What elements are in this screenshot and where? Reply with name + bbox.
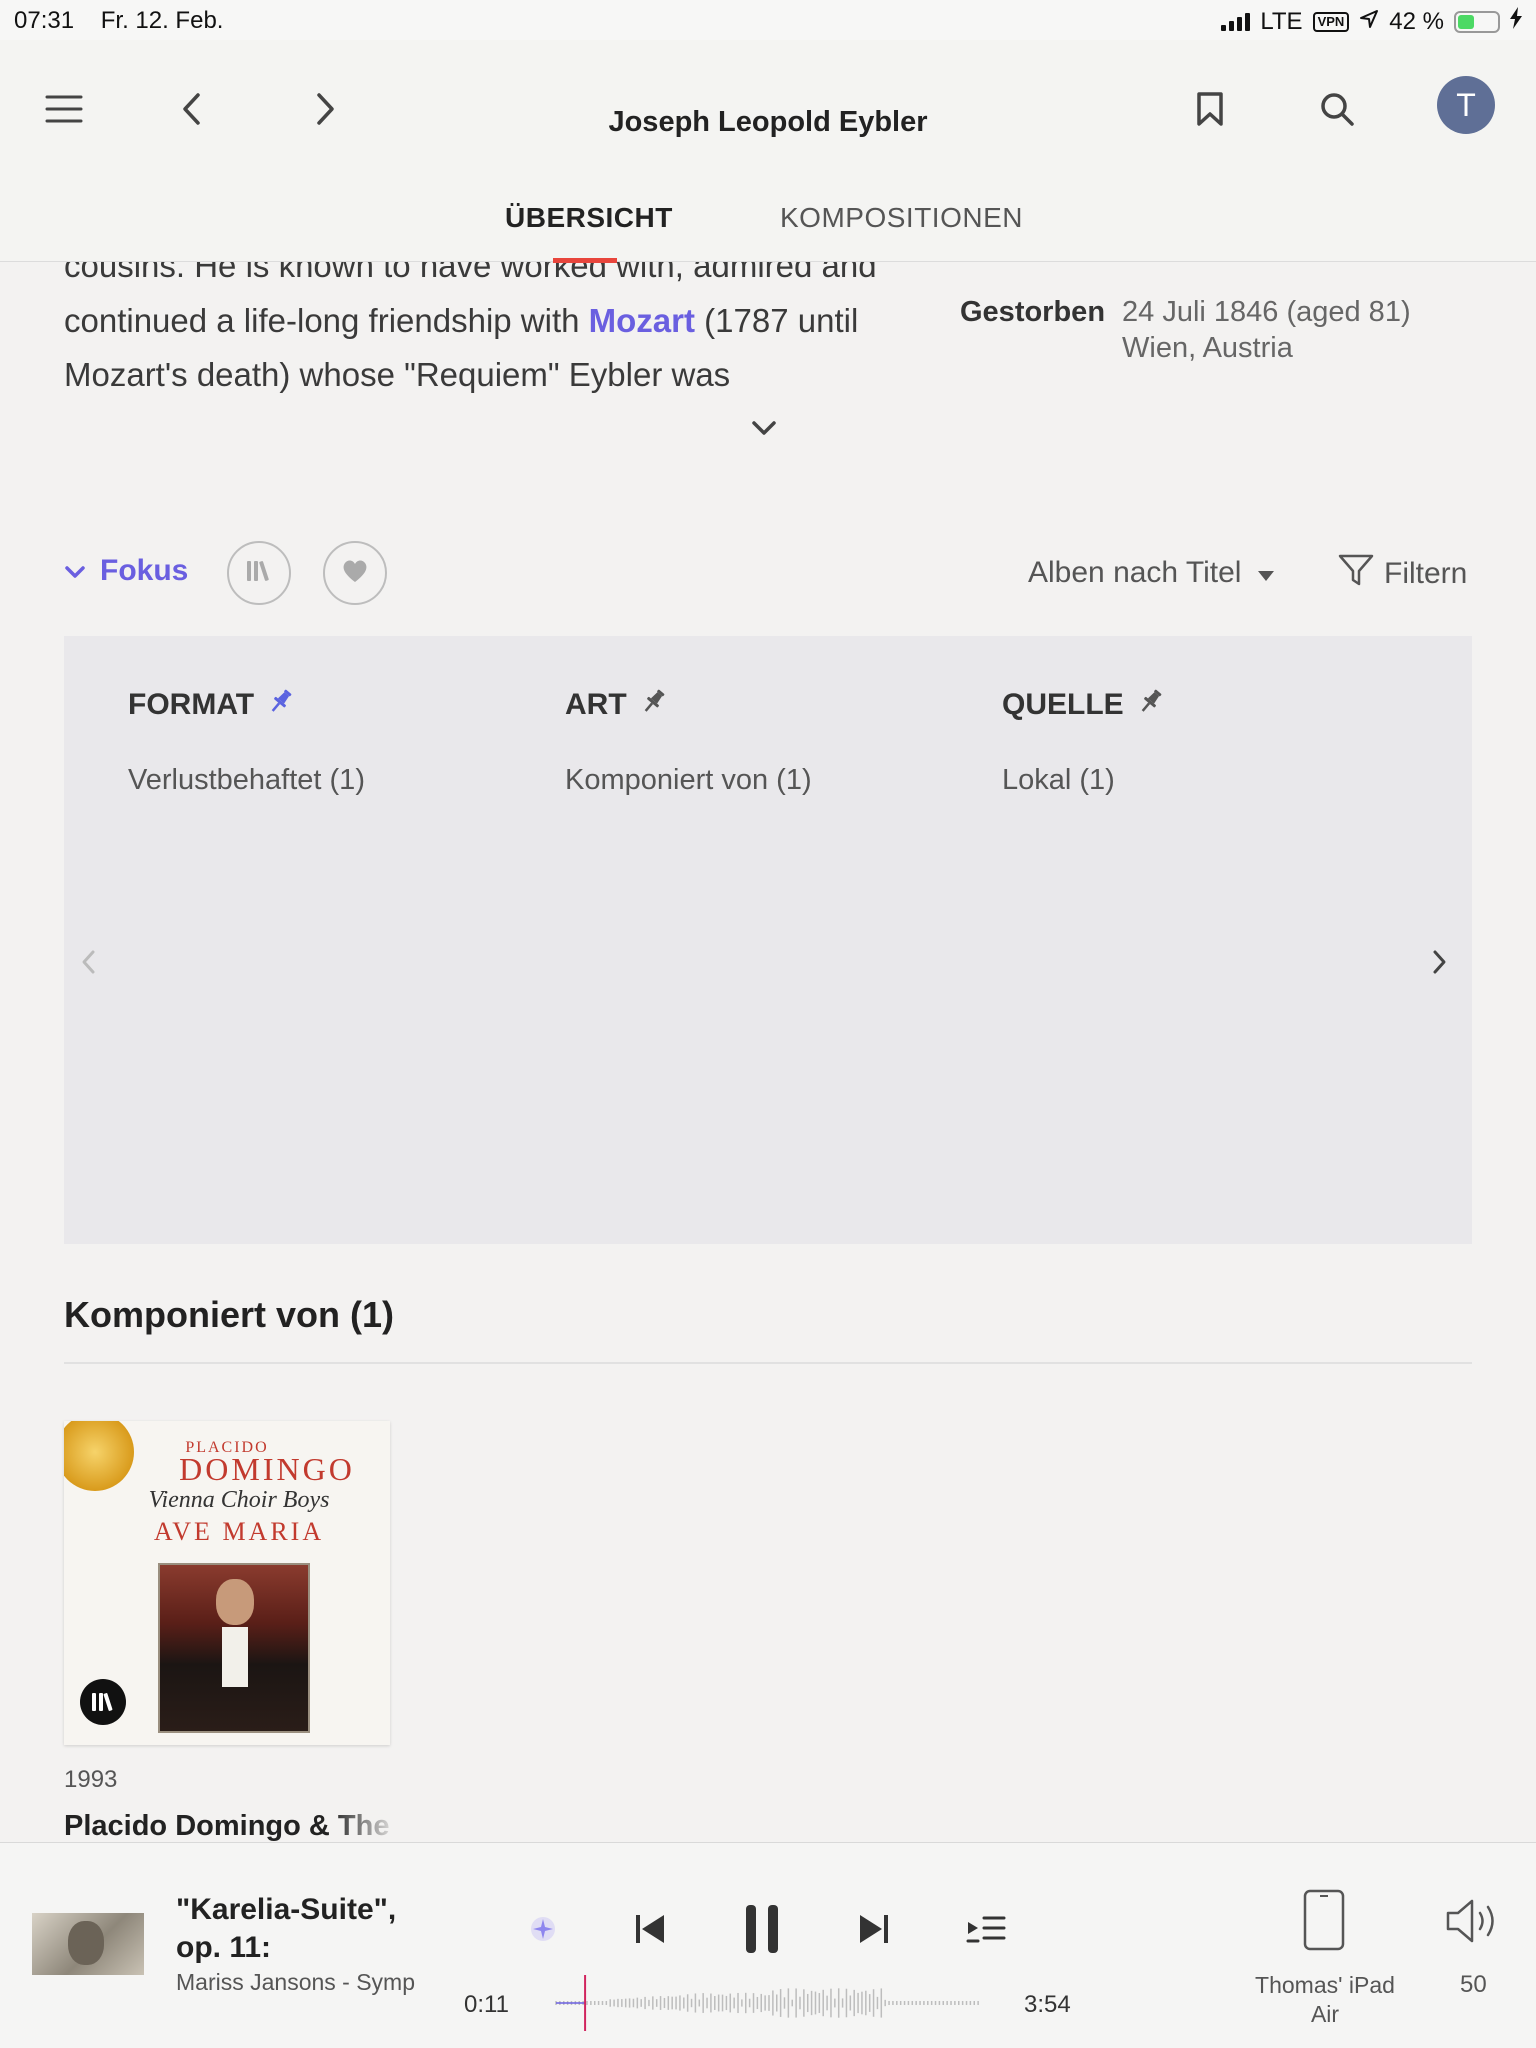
volume-level: 50: [1460, 1971, 1487, 1998]
active-tab-indicator: [553, 258, 617, 263]
volume-icon[interactable]: [1442, 1893, 1508, 1949]
type-option-composed-by[interactable]: Komponiert von (1): [565, 764, 812, 797]
pin-icon[interactable]: [639, 686, 669, 724]
format-heading: FORMAT: [128, 688, 255, 721]
tab-overview[interactable]: ÜBERSICHT: [505, 202, 673, 234]
format-column-header: FORMAT: [128, 686, 296, 724]
died-date: 24 Juli 1846 (aged 81): [1122, 296, 1411, 328]
now-playing-bar: "Karelia-Suite", op. 11: Mariss Jansons …: [0, 1842, 1536, 2048]
cover-portrait-image: [158, 1563, 310, 1733]
album-cover[interactable]: PLACIDO DOMINGO Vienna Choir Boys AVE MA…: [64, 1421, 390, 1745]
top-navigation-header: Joseph Leopold Eybler T ÜBERSICHT KOMPOS…: [0, 40, 1536, 263]
library-filter-button[interactable]: [227, 541, 291, 605]
queue-icon[interactable]: [962, 1907, 1010, 1951]
filter-label: Filtern: [1384, 557, 1468, 590]
library-icon: [245, 559, 273, 588]
biography-text-line: Mozart's death) whose "Requiem" Eybler w…: [64, 356, 731, 393]
pin-icon[interactable]: [266, 686, 296, 724]
bookmark-icon[interactable]: [1185, 84, 1235, 134]
sort-dropdown[interactable]: Alben nach Titel: [1028, 556, 1275, 590]
panel-next-chevron-icon[interactable]: [1430, 948, 1448, 981]
total-time: 3:54: [1024, 1991, 1071, 2018]
charging-bolt-icon: [1510, 7, 1522, 36]
status-bar: 07:31 Fr. 12. Feb. LTE VPN 42 %: [0, 0, 1536, 40]
chevron-down-icon: [64, 554, 86, 588]
page-title: Joseph Leopold Eybler: [608, 106, 928, 138]
cover-line: AVE MARIA: [153, 1517, 325, 1546]
vpn-badge: VPN: [1312, 11, 1350, 32]
format-option-lossy[interactable]: Verlustbehaftet (1): [128, 764, 365, 797]
source-option-local[interactable]: Lokal (1): [1002, 764, 1115, 797]
filter-panel: FORMAT Verlustbehaftet (1) ART Komponier…: [64, 636, 1472, 1244]
next-track-icon[interactable]: [852, 1905, 896, 1953]
pin-icon[interactable]: [1136, 686, 1166, 724]
type-heading: ART: [565, 688, 627, 721]
type-column-header: ART: [565, 686, 669, 724]
track-artist[interactable]: Mariss Jansons - Symphony Orchestra: [176, 1969, 416, 1996]
radio-sparkle-icon[interactable]: [523, 1909, 563, 1949]
expand-biography-chevron-icon[interactable]: [750, 418, 778, 443]
died-place: Wien, Austria: [1122, 332, 1293, 364]
favorites-filter-button[interactable]: [323, 541, 387, 605]
source-heading: QUELLE: [1002, 688, 1124, 721]
library-badge-icon: [80, 1679, 126, 1725]
elapsed-time: 0:11: [464, 1991, 509, 2018]
section-divider: [64, 1362, 1472, 1364]
previous-track-icon[interactable]: [628, 1905, 672, 1953]
signal-icon: [1221, 12, 1251, 31]
sort-label: Alben nach Titel: [1028, 556, 1242, 589]
biography-text: continued a life-long friendship with: [64, 302, 589, 339]
cover-line: DOMINGO: [179, 1451, 355, 1487]
mozart-link[interactable]: Mozart: [589, 302, 695, 339]
panel-previous-chevron-icon[interactable]: [80, 948, 98, 981]
output-device-label[interactable]: Thomas' iPad Air: [1240, 1971, 1410, 2029]
caret-down-icon: [1257, 556, 1275, 590]
cover-line: Vienna Choir Boys: [148, 1487, 330, 1513]
track-title[interactable]: "Karelia-Suite", op. 11:: [176, 1891, 416, 1967]
funnel-icon: [1338, 553, 1374, 595]
network-label: LTE: [1260, 7, 1303, 35]
user-avatar[interactable]: T: [1437, 76, 1495, 134]
section-title: Komponiert von (1): [64, 1294, 394, 1335]
battery-icon: [1454, 10, 1500, 33]
pause-icon[interactable]: [736, 1899, 788, 1959]
status-time: 07:31: [14, 7, 75, 34]
tab-compositions[interactable]: KOMPOSITIONEN: [780, 202, 1023, 234]
focus-label: Fokus: [100, 554, 189, 587]
source-column-header: QUELLE: [1002, 686, 1166, 724]
biography-text-line: continued a life-long friendship with Mo…: [64, 302, 858, 340]
ipad-device-icon[interactable]: [1300, 1887, 1348, 1953]
waveform-progress-bar[interactable]: [546, 1975, 992, 2031]
biography-text: (1787 until: [695, 302, 859, 339]
album-year: 1993: [64, 1766, 118, 1793]
focus-toggle[interactable]: Fokus: [64, 554, 188, 588]
status-date: Fr. 12. Feb.: [100, 7, 224, 34]
search-icon[interactable]: [1312, 84, 1362, 134]
died-label: Gestorben: [960, 296, 1106, 328]
filter-button[interactable]: Filtern: [1338, 553, 1467, 595]
now-playing-artwork[interactable]: [32, 1913, 144, 1975]
battery-percent: 42 %: [1389, 7, 1444, 35]
location-arrow-icon: [1359, 8, 1379, 36]
heart-icon: [341, 558, 369, 589]
